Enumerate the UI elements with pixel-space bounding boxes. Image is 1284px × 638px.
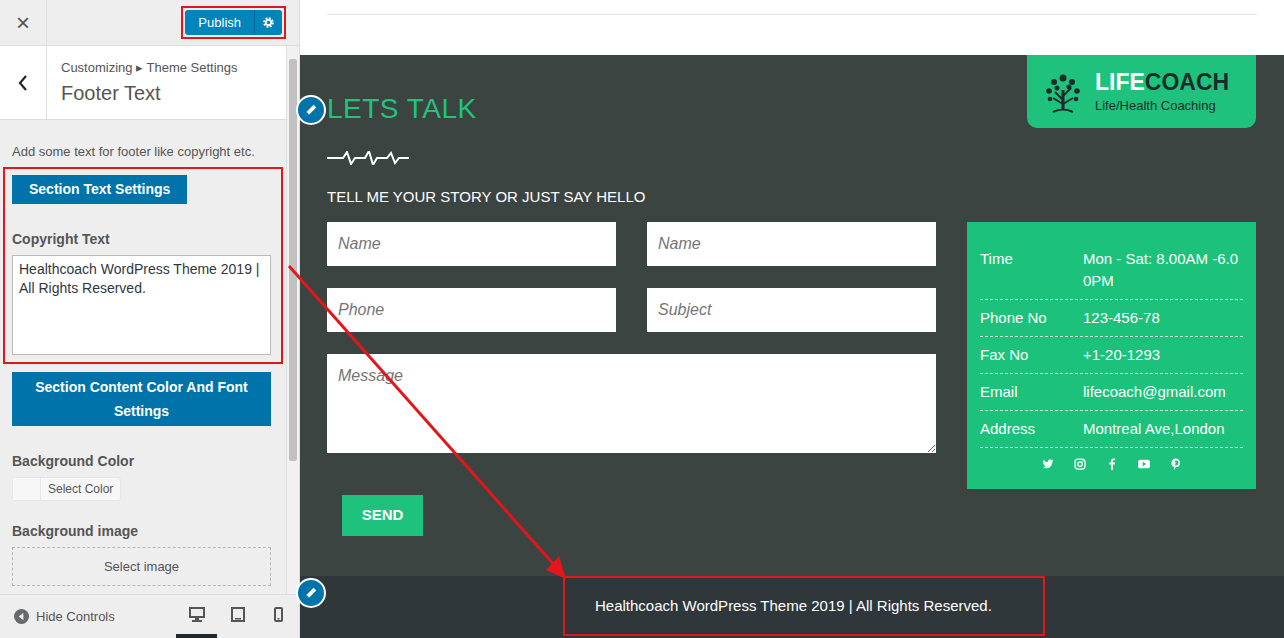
publish-button[interactable]: Publish [185, 10, 254, 35]
social-links [980, 448, 1243, 489]
device-switcher [176, 595, 299, 638]
control-label: Background image [12, 522, 274, 540]
info-row: AddressMontreal Ave,London [980, 411, 1243, 448]
social-link[interactable] [1074, 458, 1086, 470]
logo-tagline: Life/Health Coaching [1095, 98, 1229, 114]
info-label: Address [980, 418, 1083, 440]
section-title: Footer Text [61, 80, 238, 106]
customizer-header: × Publish [0, 0, 299, 46]
pencil-icon [304, 103, 318, 117]
annotation-arrow-icon [0, 0, 1284, 638]
control: Section Text Settings [12, 175, 274, 204]
device-button[interactable] [258, 595, 299, 638]
text-field[interactable] [647, 288, 936, 332]
back-arrow-icon [17, 74, 29, 92]
control: Background Color Select Color [12, 452, 274, 501]
device-button[interactable] [176, 595, 217, 638]
info-label: Fax No [980, 344, 1083, 366]
social-link[interactable] [1042, 458, 1054, 470]
close-button[interactable]: × [0, 0, 47, 45]
scrollbar-thumb[interactable] [289, 59, 297, 461]
section-description: Add some text for footer like copyright … [12, 144, 274, 160]
customizer-panel: × Publish Customizing ▸ Theme Settings Foot… [0, 0, 300, 638]
site-preview: LIFECOACHLife/Health CoachingLETS TALKTE… [300, 0, 1284, 638]
contact-section: LIFECOACHLife/Health CoachingLETS TALKTE… [300, 55, 1284, 576]
social-link[interactable] [1138, 458, 1150, 470]
heartbeat-icon [327, 151, 409, 165]
site-footer: Healthcoach WordPress Theme 2019 | All R… [300, 576, 1284, 638]
text-field[interactable] [647, 222, 936, 266]
text-field[interactable] [327, 288, 616, 332]
info-value: lifecoach@gmail.com [1083, 381, 1243, 403]
divider [327, 14, 1257, 15]
select-color-button[interactable]: Select Color [12, 477, 121, 501]
controls-list: Add some text for footer like copyright … [0, 120, 286, 594]
mobile-icon [274, 607, 283, 622]
contact-form: SEND [327, 222, 936, 536]
copyright-text: Healthcoach WordPress Theme 2019 | All R… [595, 595, 992, 618]
publish-settings-button[interactable] [254, 10, 282, 35]
hide-controls-button[interactable]: Hide Controls [0, 607, 115, 627]
message-field[interactable] [327, 354, 936, 453]
control: Background image Select image [12, 522, 274, 586]
info-label: Email [980, 381, 1083, 403]
customizer-footer: Hide Controls [0, 594, 299, 638]
control-label: Copyright Text [12, 230, 274, 248]
info-value: Mon - Sat: 8.00AM -6.00PM [1083, 248, 1243, 292]
youtube-icon [1138, 458, 1150, 470]
info-row: Phone No123-456-78 [980, 300, 1243, 337]
control-group: Section Text Settings Copyright Text Healt… [3, 167, 283, 364]
pinterest-icon [1170, 458, 1182, 470]
copyright-area: Healthcoach WordPress Theme 2019 | All R… [563, 576, 1045, 636]
logo-name: LIFECOACH [1095, 69, 1229, 95]
desktop-icon [189, 607, 205, 622]
info-row: Fax No+1-20-1293 [980, 337, 1243, 374]
control-label: Background Color [12, 452, 274, 470]
collapse-icon [14, 609, 29, 624]
facebook-icon [1106, 458, 1118, 470]
edit-shortcut-button[interactable] [296, 578, 326, 608]
control: Copyright Text Healthcoach WordPress Them… [12, 230, 274, 355]
control: Section Content Color And Font Settings [12, 372, 274, 426]
info-value: Montreal Ave,London [1083, 418, 1243, 440]
info-label: Phone No [980, 307, 1083, 329]
pencil-icon [304, 586, 318, 600]
select-image-button[interactable]: Select image [12, 547, 271, 586]
text-field[interactable] [327, 222, 616, 266]
info-value: 123-456-78 [1083, 307, 1243, 329]
section-button[interactable]: Section Text Settings [12, 175, 187, 204]
tablet-icon [231, 607, 245, 622]
device-button[interactable] [217, 595, 258, 638]
copyright-textarea[interactable]: Healthcoach WordPress Theme 2019 | All R… [12, 255, 271, 355]
site-logo[interactable]: LIFECOACH Life/Health Coaching [1027, 55, 1256, 128]
tree-logo-icon [1041, 70, 1085, 114]
instagram-icon [1074, 458, 1086, 470]
section-button[interactable]: Section Content Color And Font Settings [12, 372, 271, 426]
contact-subtitle: TELL ME YOUR STORY OR JUST SAY HELLO [327, 187, 1257, 207]
info-row: TimeMon - Sat: 8.00AM -6.00PM [980, 241, 1243, 300]
color-swatch [13, 478, 41, 500]
publish-group: Publish [181, 6, 286, 39]
info-row: Emaillifecoach@gmail.com [980, 374, 1243, 411]
info-value: +1-20-1293 [1083, 344, 1243, 366]
control-group: Section Content Color And Font Settings B… [12, 372, 274, 586]
scrollbar[interactable] [286, 46, 299, 594]
social-link[interactable] [1170, 458, 1182, 470]
section-header: Customizing ▸ Theme Settings Footer Text [0, 46, 286, 120]
gear-icon [262, 16, 275, 29]
twitter-icon [1042, 458, 1054, 470]
back-button[interactable] [0, 46, 47, 119]
edit-shortcut-button[interactable] [296, 95, 326, 125]
contact-info-box: TimeMon - Sat: 8.00AM -6.00PMPhone No123… [967, 222, 1256, 489]
send-button[interactable]: SEND [342, 495, 423, 536]
breadcrumb: Customizing ▸ Theme Settings [61, 60, 238, 76]
info-label: Time [980, 248, 1083, 292]
social-link[interactable] [1106, 458, 1118, 470]
